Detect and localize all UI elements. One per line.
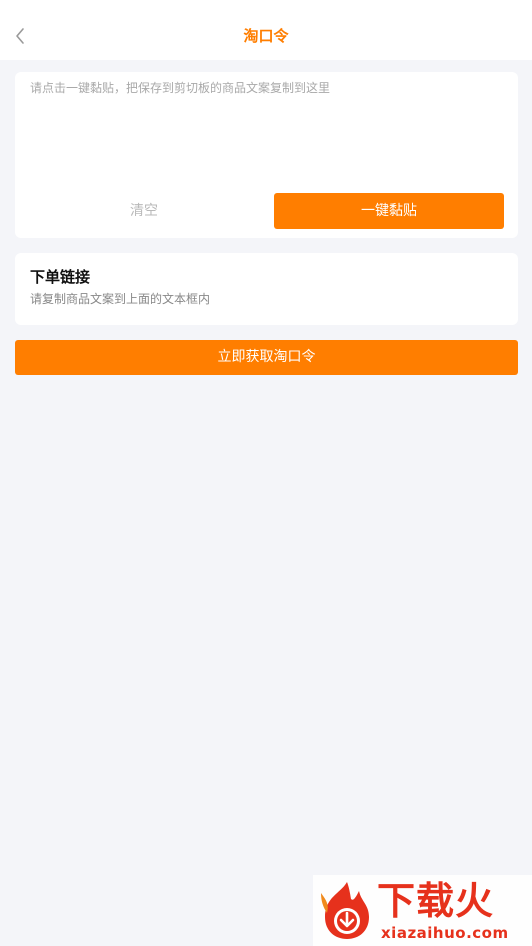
order-link-hint: 请复制商品文案到上面的文本框内 [30,292,211,306]
product-text-input[interactable] [30,78,500,178]
watermark-brand: 下载火 [377,879,495,923]
order-link-title: 下单链接 [30,268,91,286]
flame-logo-icon [317,879,377,941]
one-click-paste-button[interactable]: 一键黏贴 [274,193,504,229]
watermark: 下载火 xiazaihuo.com [313,875,532,946]
navigation-bar: 淘口令 [0,0,532,60]
watermark-url: xiazaihuo.com [381,924,509,942]
paste-card: 清空 一键黏贴 [15,72,518,238]
page-title: 淘口令 [243,27,289,45]
order-link-card: 下单链接 请复制商品文案到上面的文本框内 [15,253,518,325]
clear-button[interactable]: 清空 [15,193,273,229]
get-taokouling-button[interactable]: 立即获取淘口令 [15,340,518,375]
